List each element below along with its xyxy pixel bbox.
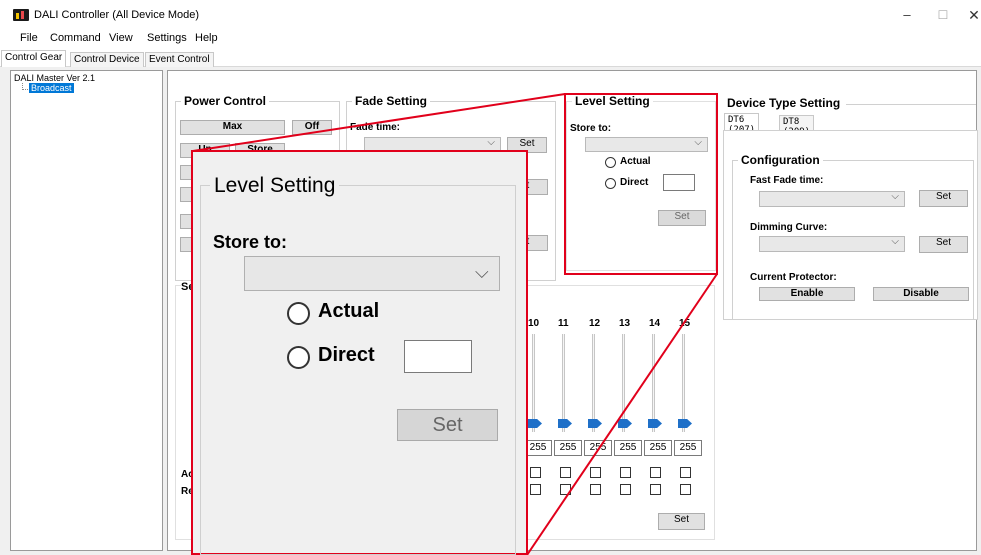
channel-number: 13 xyxy=(619,318,631,329)
channel-checkbox[interactable] xyxy=(650,467,661,478)
level-setting-highlight xyxy=(564,93,718,275)
dimming-curve-set-button[interactable]: Set xyxy=(919,236,968,253)
fast-fade-select[interactable]: ⌵ xyxy=(759,191,905,207)
zoom-direct-label: Direct xyxy=(318,344,375,366)
menu-settings[interactable]: Settings xyxy=(147,32,187,44)
channel-value[interactable]: 255 xyxy=(584,440,612,456)
channel-set-button[interactable]: Set xyxy=(658,513,705,530)
max-button[interactable]: Max xyxy=(180,120,285,135)
channel-checkbox[interactable] xyxy=(530,484,541,495)
channel-slider[interactable] xyxy=(622,334,625,432)
menu-view[interactable]: View xyxy=(109,32,133,44)
chevron-down-icon: ⌵ xyxy=(475,262,489,282)
chevron-down-icon: ⌵ xyxy=(891,236,899,247)
device-type-title: Device Type Setting xyxy=(727,96,841,110)
dimming-curve-select[interactable]: ⌵ xyxy=(759,236,905,252)
chevron-down-icon: ⌵ xyxy=(891,191,899,202)
title-bar: DALI Controller (All Device Mode) – ☐ ✕ xyxy=(0,0,981,30)
zoom-direct-value-input[interactable] xyxy=(404,340,472,373)
channel-checkbox[interactable] xyxy=(590,484,601,495)
channel-number: 14 xyxy=(649,318,661,329)
main-tab-strip: Control Gear Control Device Event Contro… xyxy=(0,48,981,67)
channel-slider[interactable] xyxy=(682,334,685,432)
disable-button[interactable]: Disable xyxy=(873,287,969,301)
channel-checkbox[interactable] xyxy=(650,484,661,495)
minimize-button[interactable]: – xyxy=(896,4,918,26)
tree-root-node[interactable]: DALI Master Ver 2.1 xyxy=(14,73,95,83)
maximize-button[interactable]: ☐ xyxy=(932,4,954,26)
channel-value[interactable]: 255 xyxy=(674,440,702,456)
channel-value[interactable]: 255 xyxy=(614,440,642,456)
channel-checkbox[interactable] xyxy=(620,467,631,478)
channel-checkbox[interactable] xyxy=(560,484,571,495)
device-tree[interactable]: DALI Master Ver 2.1 Broadcast xyxy=(10,70,163,551)
channel-checkbox[interactable] xyxy=(530,467,541,478)
fade-setting-title: Fade Setting xyxy=(352,94,431,108)
menu-help[interactable]: Help xyxy=(195,32,218,44)
channel-checkbox[interactable] xyxy=(560,467,571,478)
menu-file[interactable]: File xyxy=(20,32,38,44)
channel-value[interactable]: 255 xyxy=(644,440,672,456)
channel-value[interactable]: 255 xyxy=(524,440,552,456)
divider xyxy=(846,104,976,105)
channel-checkbox[interactable] xyxy=(590,467,601,478)
channel-slider[interactable] xyxy=(532,334,535,432)
fast-fade-label: Fast Fade time: xyxy=(750,175,824,186)
channel-number: 12 xyxy=(589,318,601,329)
zoom-direct-radio[interactable] xyxy=(287,346,310,369)
power-control-title: Power Control xyxy=(181,94,270,108)
channel-checkbox[interactable] xyxy=(680,484,691,495)
close-button[interactable]: ✕ xyxy=(963,4,981,26)
zoom-store-to-label: Store to: xyxy=(213,232,287,252)
zoom-store-to-select[interactable] xyxy=(244,256,500,291)
tab-dt8[interactable]: DT8 (209) xyxy=(779,115,815,137)
zoom-actual-label: Actual xyxy=(318,300,380,322)
menu-command[interactable]: Command xyxy=(50,32,101,44)
current-protector-label: Current Protector: xyxy=(750,272,837,283)
channel-value[interactable]: 255 xyxy=(554,440,582,456)
channel-checkbox[interactable] xyxy=(620,484,631,495)
tab-dt6[interactable]: DT6 (207) xyxy=(724,113,760,135)
configuration-title: Configuration xyxy=(738,153,823,167)
app-icon xyxy=(13,9,29,21)
dimming-curve-label: Dimming Curve: xyxy=(750,222,828,233)
menu-bar: File Command View Settings Help xyxy=(0,30,981,48)
tab-control-device[interactable]: Control Device xyxy=(70,52,144,67)
zoom-level-setting-title: Level Setting xyxy=(210,174,340,198)
channel-slider[interactable] xyxy=(592,334,595,432)
off-button[interactable]: Off xyxy=(292,120,332,135)
tab-event-control[interactable]: Event Control xyxy=(145,52,214,67)
tab-control-gear[interactable]: Control Gear xyxy=(1,50,67,67)
zoom-actual-radio[interactable] xyxy=(287,302,310,325)
chevron-down-icon: ⌵ xyxy=(487,137,495,148)
channel-number: 15 xyxy=(679,318,691,329)
fast-fade-set-button[interactable]: Set xyxy=(919,190,968,207)
channel-slider[interactable] xyxy=(562,334,565,432)
tree-connector xyxy=(22,83,28,90)
channel-checkbox[interactable] xyxy=(680,467,691,478)
channel-slider[interactable] xyxy=(652,334,655,432)
channel-number: 10 xyxy=(528,318,540,329)
zoom-set-button[interactable]: Set xyxy=(397,409,498,441)
channel-number: 11 xyxy=(558,318,569,329)
enable-button[interactable]: Enable xyxy=(759,287,855,301)
tree-node-broadcast[interactable]: Broadcast xyxy=(29,83,74,93)
fade-time-label: Fade time: xyxy=(350,122,401,133)
window-title: DALI Controller (All Device Mode) xyxy=(34,9,200,21)
